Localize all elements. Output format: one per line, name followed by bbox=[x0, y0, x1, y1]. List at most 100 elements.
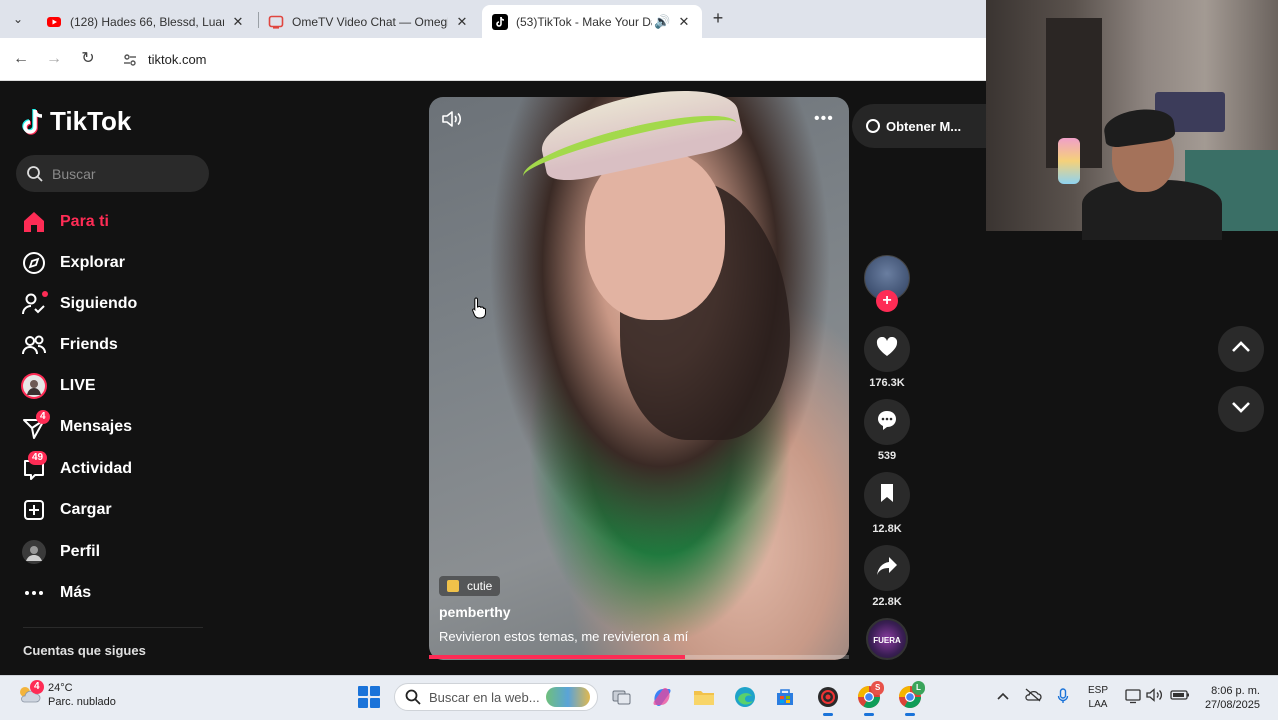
nav-label: Mensajes bbox=[60, 418, 133, 435]
video-more-icon[interactable]: ••• bbox=[814, 110, 834, 128]
nav-item-cargar[interactable]: Cargar bbox=[20, 495, 112, 525]
brand-name: TikTok bbox=[50, 106, 132, 136]
new-tab-button[interactable]: + bbox=[708, 9, 728, 29]
edge-icon[interactable] bbox=[733, 685, 757, 709]
following-accounts-title: Cuentas que sigues bbox=[23, 643, 146, 658]
tab-close-icon[interactable]: ✕ bbox=[230, 14, 246, 30]
volume-icon[interactable] bbox=[441, 110, 463, 128]
nav-label: Para ti bbox=[60, 213, 109, 230]
microphone-icon[interactable] bbox=[1054, 688, 1072, 706]
nav-label: Siguiendo bbox=[60, 295, 138, 312]
search-highlight-icon bbox=[545, 687, 590, 707]
nav-item-explorar[interactable]: Explorar bbox=[20, 248, 125, 278]
nav-label: Explorar bbox=[60, 254, 125, 271]
address-bar[interactable]: tiktok.com bbox=[112, 44, 992, 75]
music-disc[interactable]: FUERA bbox=[866, 618, 908, 660]
likes-count: 176.3K bbox=[869, 377, 905, 389]
video-progress-bar[interactable] bbox=[429, 655, 849, 659]
compass-icon bbox=[20, 249, 48, 277]
tab-close-icon[interactable]: ✕ bbox=[454, 14, 470, 30]
weather-condition: Parc. nublado bbox=[48, 696, 116, 708]
task-view-icon[interactable] bbox=[610, 685, 634, 709]
weather-widget[interactable]: 4 24°C Parc. nublado bbox=[16, 680, 116, 709]
onedrive-offline-icon[interactable] bbox=[1024, 688, 1042, 706]
nav-item-perfil[interactable]: Perfil bbox=[20, 537, 100, 567]
network-icon[interactable] bbox=[1124, 688, 1142, 706]
tab-tiktok[interactable]: (53)TikTok - Make Your Day 🔊 ✕ bbox=[482, 5, 702, 38]
taskbar-search-input[interactable]: Buscar en la web... bbox=[394, 683, 598, 711]
tiktok-logo[interactable]: TikTok bbox=[22, 106, 131, 137]
shares-count: 22.8K bbox=[872, 596, 902, 608]
tab-youtube[interactable]: (128) Hades 66, Blessd, Luar La ✕ bbox=[36, 5, 256, 38]
hand-cursor-icon bbox=[472, 297, 486, 319]
site-settings-icon[interactable] bbox=[122, 52, 138, 68]
save-button[interactable] bbox=[864, 472, 910, 518]
follow-plus-icon[interactable]: + bbox=[876, 290, 898, 312]
chrome-profile-2-badge: L bbox=[912, 681, 925, 695]
upload-icon bbox=[20, 496, 48, 524]
like-button[interactable] bbox=[864, 326, 910, 372]
heart-icon bbox=[876, 336, 898, 362]
windows-start-icon[interactable] bbox=[358, 686, 380, 708]
share-arrow-icon bbox=[876, 556, 898, 581]
nav-label: Friends bbox=[60, 336, 118, 353]
chrome-profile-1-icon[interactable]: S bbox=[857, 681, 885, 709]
profile-avatar-icon bbox=[20, 538, 48, 566]
get-app-button[interactable]: Obtener M... bbox=[852, 104, 992, 148]
nav-item-mensajes[interactable]: 4 Mensajes bbox=[20, 410, 133, 442]
video-username[interactable]: pemberthy bbox=[439, 604, 511, 620]
clock-date: 27/08/2025 bbox=[1204, 699, 1260, 711]
tab-ometv[interactable]: OmeTV Video Chat — Omegle ✕ bbox=[258, 5, 480, 38]
bookmark-icon bbox=[878, 483, 896, 508]
screen: ⌄ (128) Hades 66, Blessd, Luar La ✕ OmeT… bbox=[0, 0, 1278, 720]
forward-arrow-icon[interactable]: → bbox=[44, 49, 64, 69]
comment-icon bbox=[876, 409, 898, 436]
running-indicator bbox=[823, 713, 833, 716]
sidebar-divider bbox=[23, 627, 203, 628]
recording-app-icon[interactable] bbox=[816, 685, 840, 709]
tab-search-dropdown-icon[interactable]: ⌄ bbox=[8, 9, 28, 29]
search-input[interactable]: Buscar bbox=[16, 155, 209, 192]
nav-label: Actividad bbox=[60, 460, 133, 477]
search-icon bbox=[26, 165, 44, 183]
video-tag-chip[interactable]: cutie bbox=[439, 576, 501, 596]
input-language-indicator[interactable]: ESP LAA bbox=[1088, 684, 1108, 712]
nav-item-mas[interactable]: Más bbox=[20, 578, 91, 608]
nav-item-siguiendo[interactable]: Siguiendo bbox=[20, 289, 137, 319]
messages-icon: 4 bbox=[20, 410, 50, 441]
microsoft-store-icon[interactable] bbox=[773, 685, 797, 709]
nav-label: Cargar bbox=[60, 501, 112, 518]
share-button[interactable] bbox=[864, 545, 910, 591]
taskbar-clock[interactable]: 8:06 p. m. 27/08/2025 bbox=[1196, 684, 1260, 712]
chevron-up-icon bbox=[1231, 340, 1251, 358]
activity-badge: 49 bbox=[28, 451, 48, 465]
tab-audio-icon[interactable]: 🔊 bbox=[654, 14, 670, 30]
comment-button[interactable] bbox=[864, 399, 910, 445]
reload-icon[interactable]: ↻ bbox=[78, 49, 98, 69]
volume-icon[interactable] bbox=[1146, 688, 1164, 706]
saves-count: 12.8K bbox=[872, 523, 902, 535]
nav-item-friends[interactable]: Friends bbox=[20, 330, 118, 360]
back-arrow-icon[interactable]: ← bbox=[11, 49, 31, 69]
tab-title: (53)TikTok - Make Your Day bbox=[516, 14, 652, 29]
tab-close-icon[interactable]: ✕ bbox=[676, 14, 692, 30]
nav-item-live[interactable]: LIVE bbox=[20, 371, 96, 401]
file-explorer-icon[interactable] bbox=[692, 685, 716, 709]
nav-label: Perfil bbox=[60, 543, 101, 560]
battery-icon[interactable] bbox=[1170, 688, 1189, 706]
previous-video-button[interactable] bbox=[1218, 326, 1264, 372]
chevron-down-icon bbox=[1231, 400, 1251, 418]
following-icon bbox=[20, 290, 48, 318]
nav-item-para-ti[interactable]: Para ti bbox=[20, 207, 109, 237]
tiktok-icon bbox=[492, 13, 508, 30]
youtube-icon bbox=[46, 14, 62, 30]
video-description: Revivieron estos temas, me revivieron a … bbox=[439, 629, 689, 644]
next-video-button[interactable] bbox=[1218, 386, 1264, 432]
chrome-profile-2-icon[interactable]: L bbox=[898, 681, 925, 709]
weather-temp: 24°C bbox=[48, 682, 73, 694]
weather-alert-badge: 4 bbox=[30, 680, 44, 694]
tray-overflow-chevron-icon[interactable] bbox=[994, 688, 1012, 706]
copilot-icon[interactable] bbox=[650, 685, 674, 709]
nav-item-actividad[interactable]: 49 Actividad bbox=[20, 451, 133, 484]
lang-line-1: ESP bbox=[1088, 685, 1109, 696]
